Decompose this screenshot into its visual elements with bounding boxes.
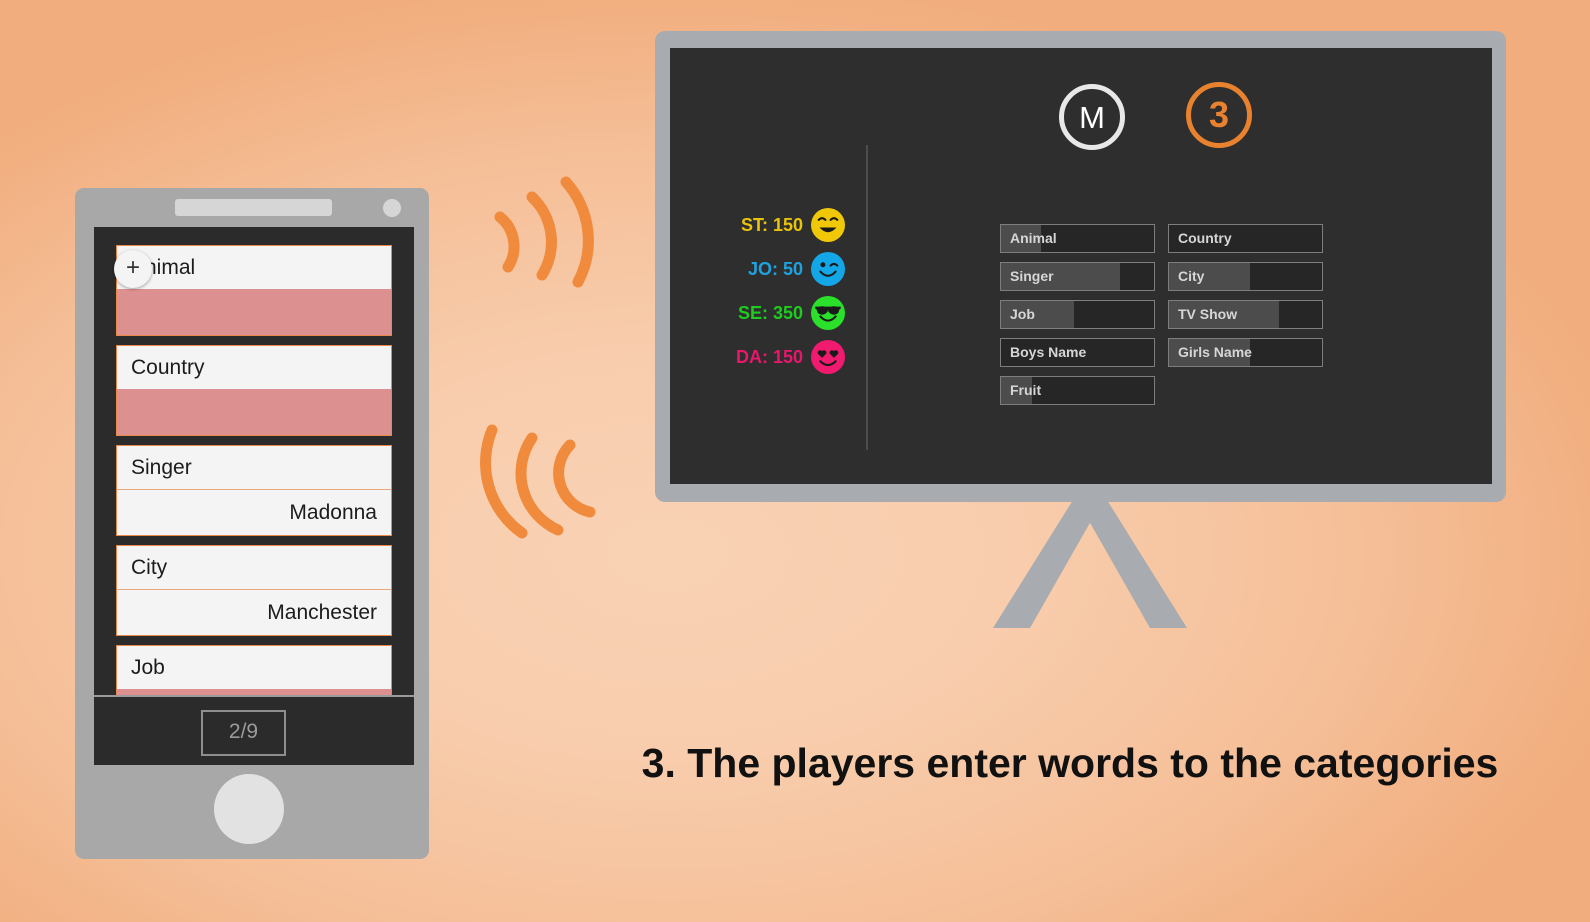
add-category-button[interactable]: + [114, 250, 152, 288]
caption-text: 3. The players enter words to the catego… [641, 740, 1499, 786]
phone-category-label: Job [117, 646, 391, 689]
tv-category-label: Job [1010, 306, 1035, 322]
tv-header: M 3 [670, 81, 1492, 159]
signal-waves-bottom-icon [480, 424, 596, 539]
winking-face-icon [811, 252, 845, 286]
tv-stand-legs [993, 500, 1187, 628]
phone-screen: Animal Country Singer Madonna City Manchester… [94, 227, 414, 765]
letter-badge: M [1059, 84, 1125, 150]
phone-home-button[interactable] [214, 774, 284, 844]
player-score-list: ST: 150 JO: 50 SE: 350 DA: 150 [720, 203, 845, 379]
page-counter: 2/9 [201, 710, 286, 756]
player-row: SE: 350 [720, 291, 845, 335]
tv-category-field: Job [1000, 300, 1155, 329]
tv-category-field: Singer [1000, 262, 1155, 291]
tv-device: M 3 ST: 150 JO: 50 SE: 350 DA: 150 Animal Co… [655, 31, 1506, 502]
phone-category-label: City [117, 546, 391, 589]
round-number-badge: 3 [1186, 82, 1252, 148]
phone-footer-bar: 2/9 [94, 695, 414, 765]
tv-category-label: Fruit [1010, 382, 1042, 398]
player-row: DA: 150 [720, 335, 845, 379]
player-score-label: SE: 350 [737, 302, 803, 323]
phone-device: Animal Country Singer Madonna City Manchester… [75, 188, 429, 859]
phone-category-card[interactable]: Animal [116, 245, 392, 336]
tv-category-field: Fruit [1000, 376, 1155, 405]
tv-category-field: City [1168, 262, 1323, 291]
phone-front-camera [383, 199, 401, 217]
phone-category-card[interactable]: Country [116, 345, 392, 436]
sunglasses-face-icon [811, 296, 845, 330]
phone-category-card[interactable]: Singer Madonna [116, 445, 392, 536]
phone-category-input[interactable]: Madonna [117, 489, 391, 535]
heart-eyes-face-icon [811, 340, 845, 374]
tv-category-label: City [1178, 268, 1205, 284]
tv-category-field: Boys Name [1000, 338, 1155, 367]
phone-speaker-grille [175, 199, 332, 216]
phone-category-input[interactable] [117, 389, 391, 435]
phone-category-card[interactable]: City Manchester [116, 545, 392, 636]
grinning-face-icon [811, 208, 845, 242]
player-row: JO: 50 [720, 247, 845, 291]
tv-category-label: TV Show [1178, 306, 1238, 322]
tv-category-field: Animal [1000, 224, 1155, 253]
tv-category-fields: Animal Country Singer City Job TV Show Boys Na… [1000, 224, 1355, 405]
player-score-label: JO: 50 [747, 258, 803, 279]
tv-category-field: Girls Name [1168, 338, 1323, 367]
player-score-label: DA: 150 [735, 346, 803, 367]
phone-category-label: Country [117, 346, 391, 389]
tv-screen: M 3 ST: 150 JO: 50 SE: 350 DA: 150 Animal Co… [670, 48, 1492, 484]
player-score-label: ST: 150 [740, 214, 803, 235]
illustration-scene: Animal Country Singer Madonna City Manchester… [0, 0, 1590, 922]
phone-category-label: Animal [117, 246, 391, 289]
phone-category-label: Singer [117, 446, 391, 489]
tv-category-field: TV Show [1168, 300, 1323, 329]
tv-category-label: Boys Name [1010, 344, 1087, 360]
tv-category-label: Singer [1010, 268, 1054, 284]
phone-category-input[interactable] [117, 289, 391, 335]
tv-category-field: Country [1168, 224, 1323, 253]
phone-category-list: Animal Country Singer Madonna City Manchester… [116, 245, 392, 745]
tv-category-label: Girls Name [1178, 344, 1252, 360]
phone-category-input[interactable]: Manchester [117, 589, 391, 635]
tv-category-label: Animal [1010, 230, 1057, 246]
signal-waves-top-icon [494, 176, 594, 288]
tv-category-label: Country [1178, 230, 1232, 246]
player-row: ST: 150 [720, 203, 845, 247]
vertical-divider [866, 145, 868, 450]
